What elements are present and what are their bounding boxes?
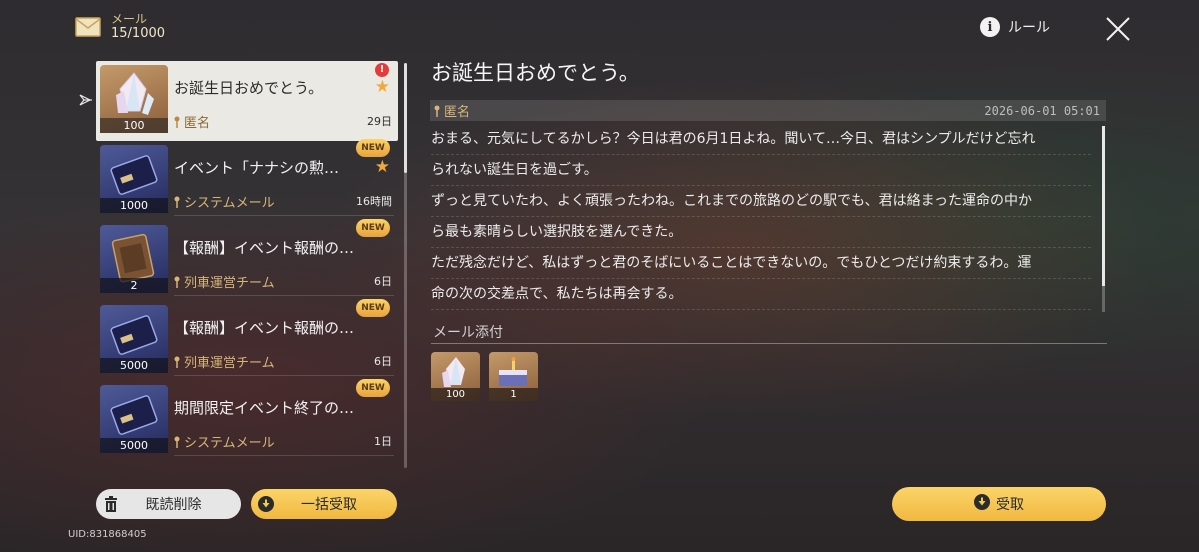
body-line: られない誕生日を過ごす。 [431,155,1091,186]
divider [174,455,394,456]
mail-title: イベント「ナナシの勲… [174,159,340,177]
rules-label: ルール [1008,20,1050,36]
mail-thumbnail: 1000 [100,145,168,213]
mail-item[interactable]: 5000 期間限定イベント終了の… NEW システムメール 1日 [96,379,398,461]
download-icon [974,494,990,514]
mail-detail-body: おまる、元気にしてるかしら？今日は君の6月1日よね。聞いて…今日、君はシンプルだ… [431,124,1091,310]
close-button[interactable] [1104,15,1132,43]
new-badge: NEW [356,139,390,157]
envelope-icon [75,17,101,37]
mail-thumbnail: 5000 [100,305,168,373]
new-badge: NEW [356,219,390,237]
attachments-label: メール添付 [433,325,503,341]
body-line: ら最も素晴らしい選択肢を選んできた。 [431,217,1091,248]
mail-quantity: 2 [100,278,168,293]
divider [174,215,394,216]
divider [174,295,394,296]
close-icon [1106,17,1130,41]
mail-detail-header: 匿名 2026-06-01 05:01 [430,100,1106,121]
star-icon: ★ [374,77,390,97]
mail-thumbnail: 5000 [100,385,168,453]
mail-item[interactable]: 2 【報酬】イベント報酬の… NEW 列車運営チーム 6日 [96,219,398,301]
mail-sender: 列車運営チーム [184,276,275,291]
mail-count: 15/1000 [111,26,166,41]
claim-all-label: 一括受取 [301,497,357,513]
body-line: ただ残念だけど、私はずっと君のそばにいることはできないの。でもひとつだけ約束する… [431,248,1091,279]
mail-quantity: 5000 [100,358,168,373]
mail-list[interactable]: 100 お誕生日おめでとう。 ! ★ 匿名 29日 1000 イベント「ナナシの… [96,61,398,471]
sender-pin-icon [434,105,440,117]
mail-thumbnail: 2 [100,225,168,293]
attachment-quantity: 1 [489,388,538,401]
mail-time: 6日 [374,275,392,288]
mail-list-scrollbar[interactable] [404,63,407,468]
sender-pin-icon [174,276,180,288]
mail-quantity: 5000 [100,438,168,453]
mail-time: 29日 [367,115,392,128]
mail-item[interactable]: 5000 【報酬】イベント報酬の… NEW 列車運営チーム 6日 [96,299,398,381]
trash-icon [96,496,126,512]
mail-quantity: 100 [100,118,168,133]
mail-quantity: 1000 [100,198,168,213]
mail-item[interactable]: 1000 イベント「ナナシの勲… NEW ★ システムメール 16時間 [96,139,398,221]
mail-sender: システムメール [184,196,275,211]
mail-label: メール [111,12,148,26]
mail-thumbnail: 100 [100,65,168,133]
claim-label: 受取 [996,497,1024,513]
mail-item[interactable]: 100 お誕生日おめでとう。 ! ★ 匿名 29日 [96,61,398,141]
mail-detail-date: 2026-06-01 05:01 [984,103,1100,118]
divider [431,343,1107,344]
selection-arrow-icon [78,92,94,106]
mail-sender: 列車運営チーム [184,356,275,371]
attachment-item[interactable]: 1 [489,352,538,401]
scrollbar-thumb[interactable] [1102,126,1105,286]
attachment-item[interactable]: 100 [431,352,480,401]
alert-icon: ! [375,63,389,77]
mail-time: 16時間 [356,195,392,208]
download-icon [251,496,281,512]
claim-all-button[interactable]: 一括受取 [251,489,397,519]
claim-button[interactable]: 受取 [892,487,1106,521]
mail-detail-title: お誕生日おめでとう。 [431,61,640,85]
mail-sender: システムメール [184,436,275,451]
scrollbar-thumb[interactable] [404,63,407,173]
info-icon: i [980,17,1000,37]
sender-pin-icon [174,116,180,128]
body-line: ずっと見ていたわ、よく頑張ったわね。これまでの旅路のどの駅でも、君は絡まった運命… [431,186,1091,217]
uid-text: UID:831868405 [68,529,147,540]
body-line: 命の次の交差点で、私たちは再会する。 [431,279,1091,310]
delete-read-label: 既読削除 [145,497,202,513]
mail-header: メール 15/1000 [75,12,165,42]
rules-button[interactable]: i ルール [980,17,1050,37]
body-line: おまる、元気にしてるかしら？今日は君の6月1日よね。聞いて…今日、君はシンプルだ… [431,124,1091,155]
mail-title: 【報酬】イベント報酬の… [174,239,355,257]
sender-pin-icon [174,196,180,208]
mail-time: 1日 [374,435,392,448]
mail-title: 【報酬】イベント報酬の… [174,319,355,337]
star-icon: ★ [374,157,390,177]
mail-title: お誕生日おめでとう。 [174,79,324,97]
sender-pin-icon [174,356,180,368]
mail-time: 6日 [374,355,392,368]
sender-pin-icon [174,436,180,448]
mail-detail-sender: 匿名 [444,105,471,120]
divider [174,375,394,376]
mail-title: 期間限定イベント終了の… [174,399,355,417]
new-badge: NEW [356,299,390,317]
delete-read-button[interactable]: 既読削除 [96,489,241,519]
attachment-quantity: 100 [431,388,480,401]
mail-sender: 匿名 [184,116,211,131]
new-badge: NEW [356,379,390,397]
mail-body-scrollbar[interactable] [1102,126,1105,312]
